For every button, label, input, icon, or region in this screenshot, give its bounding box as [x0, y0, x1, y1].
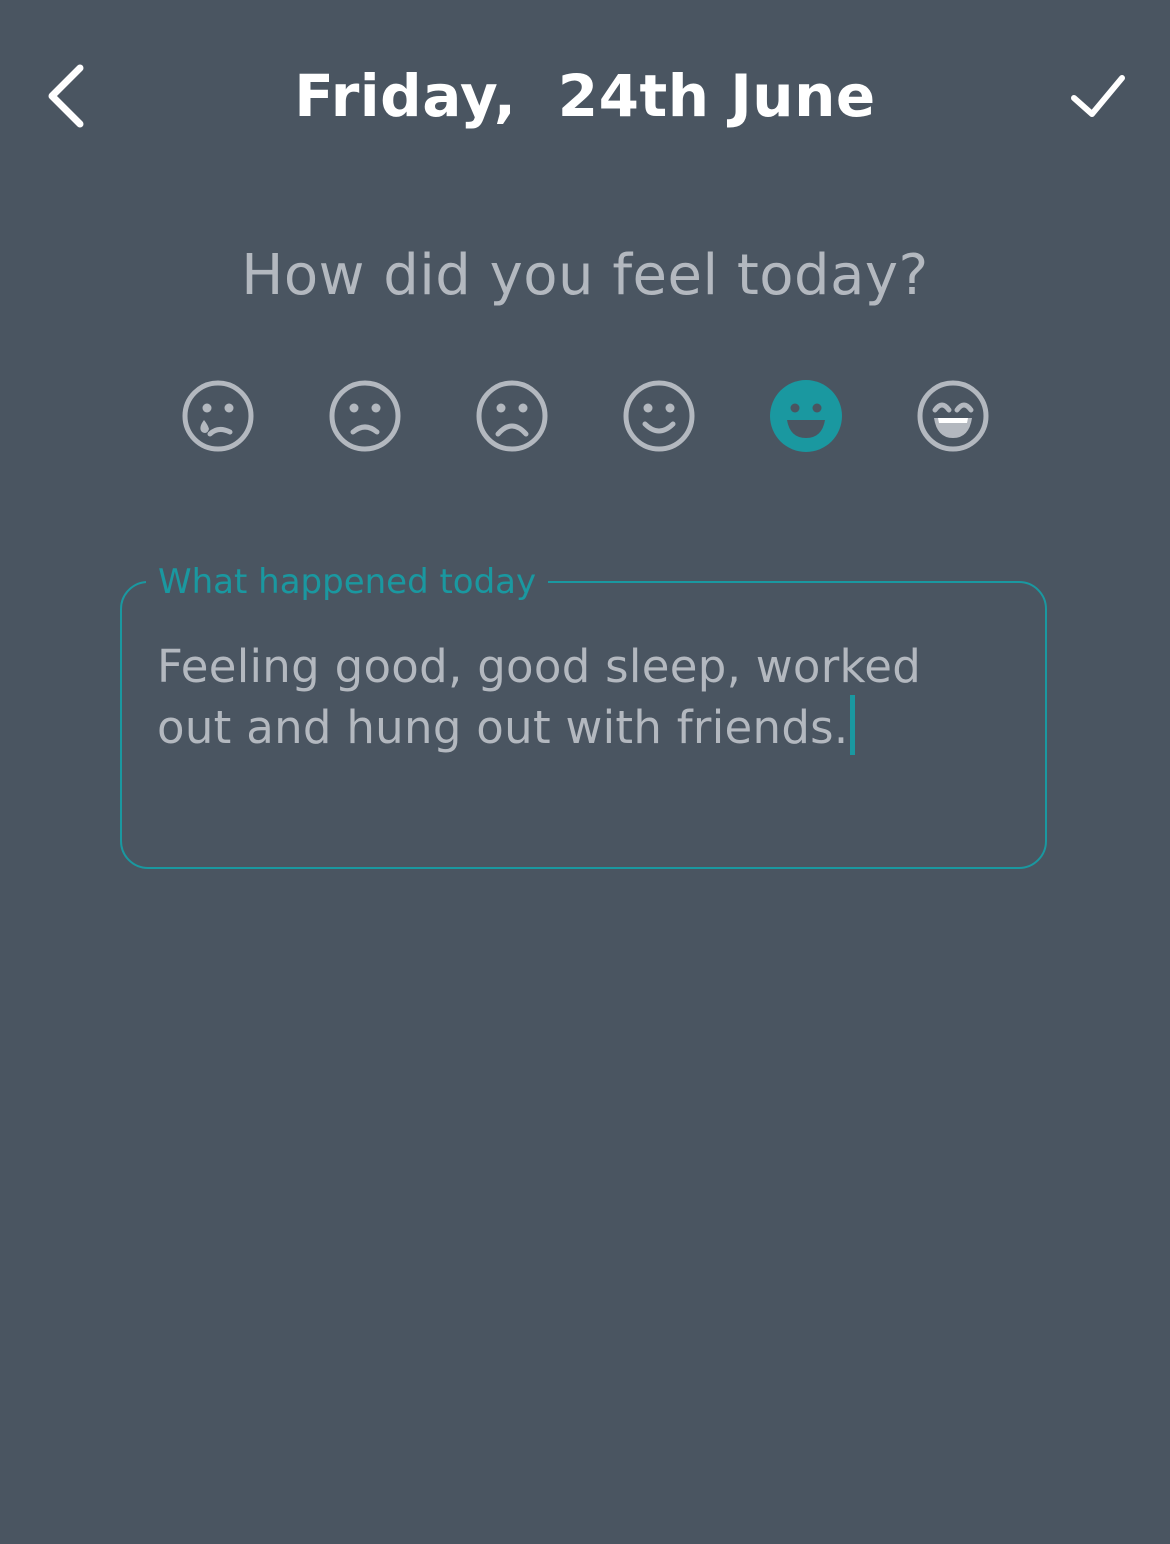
journal-entry-label: What happened today — [146, 560, 549, 604]
mood-option-grinning[interactable] — [768, 378, 844, 454]
journal-entry-text[interactable]: Feeling good, good sleep, worked out and… — [157, 638, 1017, 756]
mood-option-frowning[interactable] — [474, 378, 550, 454]
text-caret — [849, 695, 855, 755]
frowning-face-icon — [476, 380, 548, 452]
mood-option-smiling[interactable] — [621, 378, 697, 454]
header-bar: Friday, 24th June — [0, 0, 1170, 190]
mood-option-crying[interactable] — [180, 378, 256, 454]
sad-face-icon — [329, 380, 401, 452]
journal-entry-line-2-text: out and hung out with friends. — [157, 701, 849, 754]
mood-prompt: How did you feel today? — [241, 243, 929, 308]
laughing-face-icon — [917, 380, 989, 452]
crying-face-icon — [182, 380, 254, 452]
journal-entry-line-2: out and hung out with friends. — [157, 695, 1017, 756]
smiling-face-icon — [623, 380, 695, 452]
check-icon — [1071, 75, 1125, 117]
page-title: Friday, 24th June — [294, 62, 876, 130]
grinning-face-icon — [770, 380, 842, 452]
mood-option-laughing[interactable] — [915, 378, 991, 454]
mood-option-sad[interactable] — [327, 378, 403, 454]
journal-entry-line-1: Feeling good, good sleep, worked — [157, 640, 922, 693]
save-button[interactable] — [1062, 64, 1138, 128]
